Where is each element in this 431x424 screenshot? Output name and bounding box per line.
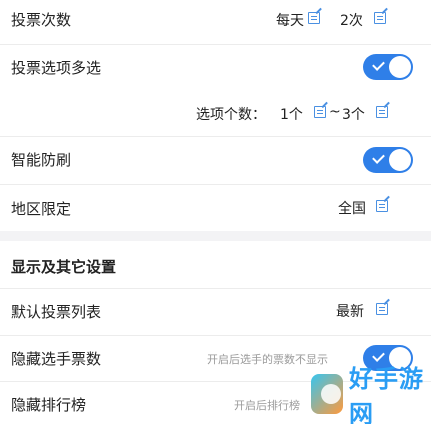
edit-icon[interactable] (376, 303, 388, 315)
edit-icon[interactable] (314, 106, 326, 118)
check-icon (372, 151, 385, 164)
watermark-text: 好手游网 (349, 365, 424, 424)
option-separator: ~ (329, 104, 341, 120)
region-row: 地区限定 全国 (0, 185, 431, 230)
watermark-logo-icon (311, 374, 343, 414)
edit-icon[interactable] (376, 200, 388, 212)
check-icon (372, 58, 385, 71)
vote-frequency-value[interactable]: 每天 (276, 10, 304, 30)
vote-count-row: 投票次数 每天 2次 (0, 0, 431, 40)
vote-count-label: 投票次数 (11, 11, 72, 29)
toggle-knob (389, 56, 411, 78)
edit-icon[interactable] (374, 12, 386, 24)
option-max-value[interactable]: 3个 (342, 104, 365, 124)
default-list-row: 默认投票列表 最新 (0, 289, 431, 333)
default-list-label: 默认投票列表 (11, 303, 102, 321)
smart-protect-label: 智能防刷 (11, 151, 72, 169)
option-count-label: 选项个数： (196, 107, 266, 123)
multi-select-toggle[interactable] (363, 54, 413, 80)
region-label: 地区限定 (11, 200, 72, 218)
section-title: 显示及其它设置 (11, 258, 117, 276)
smart-protect-toggle[interactable] (363, 147, 413, 173)
watermark: 好手游网 (311, 365, 429, 424)
hide-votes-label: 隐藏选手票数 (11, 350, 102, 368)
option-count-row: 选项个数： 1个 ~ 3个 (0, 92, 431, 134)
hide-votes-hint: 开启后选手的票数不显示 (207, 353, 328, 366)
settings-page: 投票次数 每天 2次 投票选项多选 选项个数： 1个 ~ 3个 智能防刷 地区限… (0, 0, 431, 424)
multi-select-row: 投票选项多选 (0, 45, 431, 90)
hide-rank-hint: 开启后排行榜 (234, 399, 300, 412)
smart-protect-row: 智能防刷 (0, 137, 431, 182)
multi-select-label: 投票选项多选 (11, 59, 102, 77)
default-list-value[interactable]: 最新 (336, 301, 364, 321)
edit-icon[interactable] (308, 12, 320, 24)
option-min-value[interactable]: 1个 (280, 104, 303, 124)
toggle-knob (389, 149, 411, 171)
edit-icon[interactable] (376, 106, 388, 118)
region-value[interactable]: 全国 (338, 198, 366, 218)
section-separator (0, 231, 431, 241)
hide-rank-label: 隐藏排行榜 (11, 396, 87, 414)
vote-times-value[interactable]: 2次 (340, 10, 363, 30)
